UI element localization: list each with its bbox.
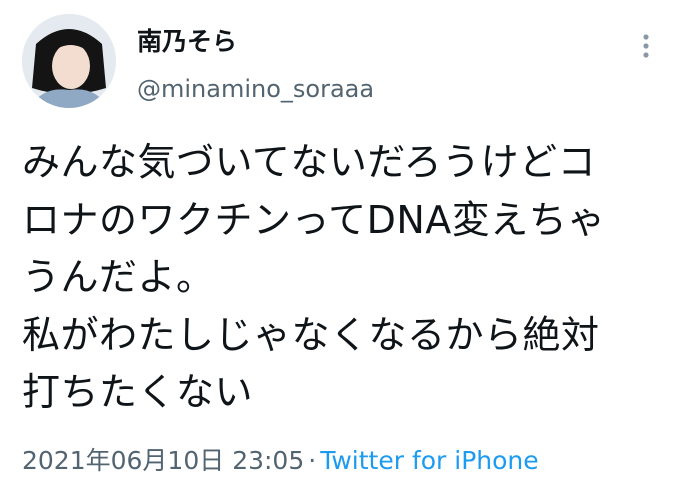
tweet-meta: 2021年06月10日 23:05 · Twitter for iPhone (22, 445, 539, 477)
more-options-button[interactable] (628, 28, 664, 64)
author-display-name[interactable]: 南乃そら (137, 26, 237, 58)
tweet-source-link[interactable]: Twitter for iPhone (320, 446, 538, 475)
tweet-text: みんな気づいてないだろうけどコ ロナのワクチンってDNA変えちゃ うんだよ。 私… (22, 140, 606, 414)
avatar-image (22, 14, 116, 108)
more-vertical-icon (643, 34, 649, 58)
author-handle[interactable]: @minamino_soraaa (137, 74, 374, 104)
tweet-card: 南乃そら @minamino_soraaa みんな気づいてないだろうけどコ ロナ… (0, 0, 680, 490)
tweet-timestamp[interactable]: 2021年06月10日 23:05 (22, 446, 304, 475)
meta-separator: · (308, 446, 317, 475)
avatar[interactable] (22, 14, 116, 108)
